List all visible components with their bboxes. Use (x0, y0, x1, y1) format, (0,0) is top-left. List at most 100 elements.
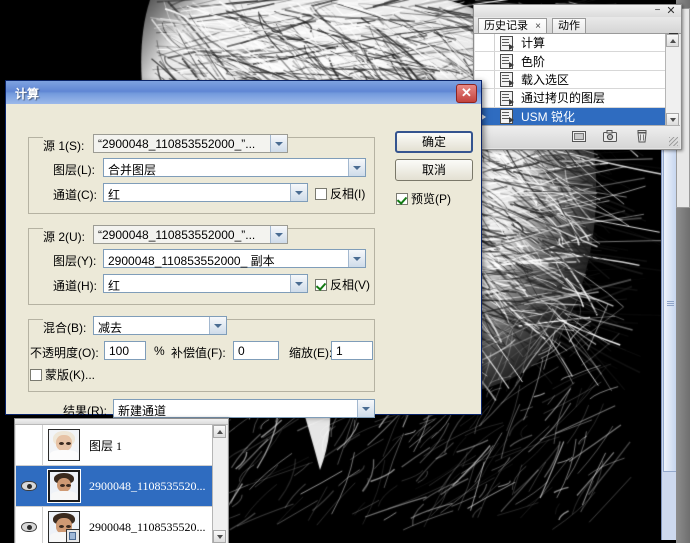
layers-scrollbar[interactable] (212, 425, 227, 543)
result-value: 新建通道 (118, 404, 167, 418)
source1-layer-value: 合并图层 (108, 163, 157, 177)
delete-state-icon[interactable] (635, 130, 649, 143)
source2-file-value: “2900048_110853552000_”... (98, 228, 256, 242)
scroll-up-icon[interactable] (213, 425, 226, 438)
history-item[interactable]: 通过拷贝的图层 (475, 89, 667, 108)
new-document-from-state-icon[interactable] (572, 130, 586, 143)
offset-input[interactable]: 0 (233, 341, 279, 360)
layer-row[interactable]: 图层 1 (16, 425, 214, 466)
opacity-label: 不透明度(O): (30, 346, 99, 360)
source1-layer-combo[interactable]: 合并图层 (103, 158, 366, 177)
chevron-down-icon[interactable] (357, 400, 374, 417)
scrollbar-grip (667, 301, 674, 307)
layer-visibility-toggle[interactable] (16, 466, 43, 506)
percent-sign: % (154, 344, 165, 358)
scroll-down-icon[interactable] (213, 530, 226, 543)
source1-label: 源 1(S): (43, 139, 85, 153)
cancel-button[interactable]: 取消 (395, 159, 473, 181)
chevron-down-icon[interactable] (270, 135, 287, 152)
chevron-down-icon[interactable] (290, 275, 307, 292)
ok-button[interactable]: 确定 (395, 131, 473, 153)
scale-input[interactable]: 1 (331, 341, 373, 360)
chevron-down-icon[interactable] (348, 159, 365, 176)
source2-layer-value: 2900048_110853552000_ 副本 (108, 254, 275, 268)
history-item-label: 载入选区 (521, 72, 570, 87)
history-state-list[interactable]: 计算 色阶 载入选区 通过拷贝的图层 USM 锐化 (475, 34, 668, 126)
dialog-title: 计算 (15, 87, 40, 101)
source1-file-combo[interactable]: “2900048_110853552000_”... (93, 134, 288, 153)
history-item-label: 计算 (521, 36, 546, 51)
history-item[interactable]: 色阶 (475, 52, 667, 71)
source1-channel-combo[interactable]: 红 (103, 183, 308, 202)
blend-mode-combo[interactable]: 减去 (93, 316, 227, 335)
source1-channel-label: 通道(C): (53, 188, 97, 202)
chevron-down-icon[interactable] (290, 184, 307, 201)
chevron-down-icon[interactable] (209, 317, 226, 334)
history-item-selected[interactable]: USM 锐化 (475, 107, 667, 126)
minimize-icon[interactable]: − (653, 6, 662, 16)
tab-close-icon[interactable]: × (535, 21, 541, 32)
source2-channel-combo[interactable]: 红 (103, 274, 308, 293)
dialog-titlebar[interactable]: 计算 ✕ (6, 81, 481, 105)
layers-panel[interactable]: 图层 1 2900048_1108535520... 2900048_11085… (14, 418, 229, 543)
history-state-icon (500, 90, 515, 106)
blend-label: 混合(B): (43, 321, 87, 335)
layer-thumbnail (48, 511, 80, 543)
blend-mode-value: 减去 (98, 321, 123, 335)
preview-checkbox[interactable]: 预览(P) (396, 190, 451, 207)
result-label: 结果(R): (63, 404, 107, 418)
history-panel-footer (475, 125, 680, 148)
history-item-gutter[interactable] (475, 52, 495, 70)
history-item-label: 色阶 (521, 54, 546, 69)
mask-label: 蒙版(K)... (45, 368, 95, 382)
layer-thumbnail (47, 469, 81, 503)
tab-actions-label: 动作 (558, 20, 580, 32)
layer-row[interactable]: 2900048_1108535520... (16, 507, 214, 543)
tab-history[interactable]: 历史记录 × (478, 18, 547, 33)
mask-checkbox[interactable]: 蒙版(K)... (30, 366, 95, 383)
scale-label: 缩放(E): (289, 346, 333, 360)
source2-layer-label: 图层(Y): (53, 254, 97, 268)
scrollbar-thumb[interactable] (663, 140, 677, 472)
preview-label: 预览(P) (411, 192, 451, 206)
eye-icon[interactable] (21, 481, 37, 491)
source1-invert-checkbox[interactable]: 反相(I) (315, 185, 365, 202)
layer-list[interactable]: 图层 1 2900048_1108535520... 2900048_11085… (16, 425, 214, 543)
history-item[interactable]: 载入选区 (475, 70, 667, 90)
scroll-up-icon[interactable] (666, 34, 679, 47)
layer-visibility-toggle[interactable] (16, 425, 43, 465)
opacity-input[interactable]: 100 (104, 341, 146, 360)
layer-name: 2900048_1108535520... (89, 519, 206, 534)
layer-row-selected[interactable]: 2900048_1108535520... (16, 466, 214, 507)
source2-layer-combo[interactable]: 2900048_110853552000_ 副本 (103, 249, 366, 268)
new-snapshot-icon[interactable] (603, 130, 617, 143)
source2-invert-checkbox[interactable]: 反相(V) (315, 276, 370, 293)
layer-visibility-toggle[interactable] (16, 507, 43, 543)
history-item-gutter[interactable] (475, 34, 495, 52)
history-panel[interactable]: − ✕ 历史记录 × 动作 计算 色阶 载入选区 通过拷贝的图层 USM 锐化 (473, 4, 682, 150)
eye-icon[interactable] (21, 522, 37, 532)
source1-invert-label: 反相(I) (330, 187, 366, 201)
history-panel-tabs: 历史记录 × 动作 (474, 17, 681, 40)
source2-invert-label: 反相(V) (330, 278, 370, 292)
layer-thumbnail (48, 429, 80, 461)
document-vertical-scrollbar[interactable] (661, 140, 677, 540)
source2-file-combo[interactable]: “2900048_110853552000_”... (93, 225, 288, 244)
source2-channel-label: 通道(H): (53, 279, 97, 293)
close-icon[interactable]: ✕ (456, 84, 477, 103)
checkbox-box (315, 278, 327, 291)
calculations-dialog[interactable]: 计算 ✕ 源 1(S): “2900048_110853552000_”... … (5, 80, 482, 418)
close-icon[interactable]: ✕ (666, 6, 676, 17)
history-item-label: 通过拷贝的图层 (521, 91, 606, 106)
history-state-icon (500, 72, 515, 88)
source2-label: 源 2(U): (43, 230, 86, 244)
history-scrollbar[interactable] (665, 34, 680, 126)
panel-resize-grip[interactable] (669, 137, 678, 146)
layer-name: 2900048_1108535520... (89, 478, 206, 493)
result-combo[interactable]: 新建通道 (113, 399, 375, 418)
chevron-down-icon[interactable] (348, 250, 365, 267)
history-item[interactable]: 计算 (475, 34, 667, 53)
tab-actions[interactable]: 动作 (552, 18, 586, 33)
source1-file-value: “2900048_110853552000_”... (98, 137, 256, 151)
chevron-down-icon[interactable] (270, 226, 287, 243)
